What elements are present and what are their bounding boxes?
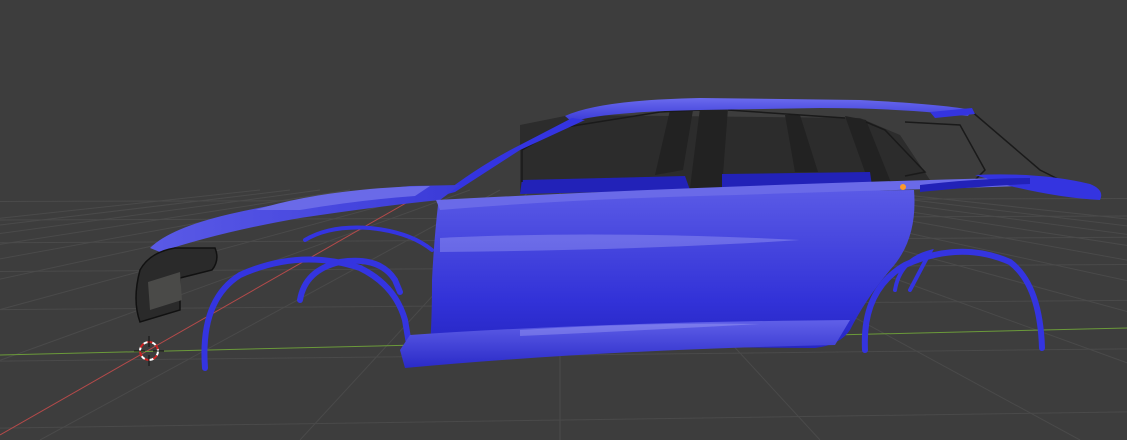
rear-quarter	[975, 174, 1102, 200]
3d-viewport[interactable]	[0, 0, 1127, 440]
viewport-scene[interactable]	[0, 0, 1127, 440]
rear-quarter-glass	[904, 109, 1061, 181]
rear-arch-inner	[893, 248, 934, 292]
front-arch-back	[303, 225, 434, 252]
front-wheel-arch	[201, 256, 413, 371]
object-origin-point[interactable]	[900, 184, 906, 190]
